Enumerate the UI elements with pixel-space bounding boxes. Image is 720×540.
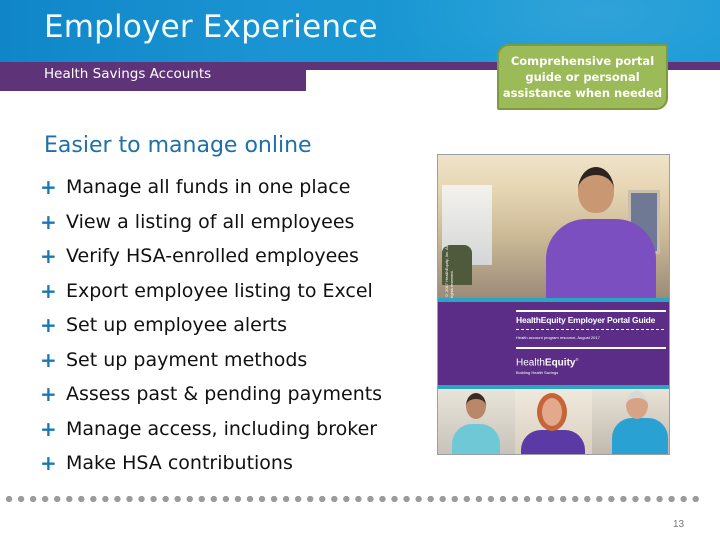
portal-guide-cover-image: © 2017 HealthEquity, Inc. All rights res…: [437, 154, 670, 455]
list-item-text: Manage access, including broker: [66, 417, 378, 440]
photo-person-body: [546, 219, 656, 309]
photo-woman-left: [438, 389, 515, 454]
logo-text-light: Health: [516, 357, 545, 369]
logo-tagline: Building Health Savings: [516, 370, 559, 375]
plus-icon: +: [40, 244, 57, 269]
cover-photo-row: [438, 389, 669, 454]
feature-list: + Manage all funds in one place + View a l…: [40, 170, 382, 481]
photo-man-right: [592, 389, 669, 454]
slide-title: Employer Experience: [44, 9, 378, 45]
plus-icon: +: [40, 382, 57, 407]
list-item: + Manage all funds in one place: [40, 170, 382, 205]
cover-dotted-rule: [516, 329, 666, 330]
photo-woman-center: [515, 389, 592, 454]
list-item: + Manage access, including broker: [40, 412, 382, 447]
list-item-text: Verify HSA-enrolled employees: [66, 245, 359, 268]
photo-person-body: [612, 418, 668, 454]
photo-person-head: [626, 391, 648, 419]
healthequity-logo: HealthEquity®: [516, 357, 578, 368]
plus-icon: +: [40, 347, 57, 372]
cover-rule: [516, 347, 666, 349]
cover-rule: [516, 310, 666, 312]
cover-photo-man: © 2017 HealthEquity, Inc. All rights res…: [438, 155, 669, 309]
list-item: + Set up employee alerts: [40, 308, 382, 343]
plus-icon: +: [40, 209, 57, 234]
photo-person-body: [452, 424, 500, 454]
list-item-text: Set up payment methods: [66, 348, 308, 371]
cover-title: HealthEquity Employer Portal Guide: [516, 315, 656, 325]
callout-text: Comprehensive portal guide or personal a…: [502, 54, 663, 100]
list-item-text: Assess past & pending payments: [66, 383, 383, 406]
plus-icon: +: [40, 451, 57, 476]
list-item-text: View a listing of all employees: [66, 210, 355, 233]
list-item: + View a listing of all employees: [40, 205, 382, 240]
cover-subtitle: Health account program resource, August …: [516, 335, 600, 340]
list-item-text: Make HSA contributions: [66, 452, 293, 475]
list-item: + Set up payment methods: [40, 343, 382, 378]
list-item: + Export employee listing to Excel: [40, 274, 382, 309]
photo-person-head: [578, 167, 614, 213]
list-item-text: Set up employee alerts: [66, 314, 287, 337]
callout-box: Comprehensive portal guide or personal a…: [497, 44, 668, 110]
plus-icon: +: [40, 175, 57, 200]
list-item: + Make HSA contributions: [40, 446, 382, 481]
photo-person-body: [521, 430, 585, 454]
list-item: + Verify HSA-enrolled employees: [40, 239, 382, 274]
plus-icon: +: [40, 278, 57, 303]
dotted-divider: [3, 495, 701, 503]
plus-icon: +: [40, 313, 57, 338]
slide-subtitle: Health Savings Accounts: [44, 66, 212, 82]
logo-text-bold: Equity: [544, 357, 576, 369]
cover-copyright: © 2017 HealthEquity, Inc. All rights res…: [444, 245, 454, 298]
photo-person-head: [466, 393, 486, 419]
section-heading: Easier to manage online: [44, 133, 312, 158]
list-item-text: Export employee listing to Excel: [66, 279, 373, 302]
photo-person-head: [537, 393, 567, 431]
plus-icon: +: [40, 416, 57, 441]
list-item-text: Manage all funds in one place: [66, 176, 351, 199]
list-item: + Assess past & pending payments: [40, 377, 382, 412]
page-number: 13: [673, 519, 685, 530]
logo-registered-mark: ®: [575, 357, 579, 362]
cover-title-panel: HealthEquity Employer Portal Guide Healt…: [438, 302, 669, 385]
